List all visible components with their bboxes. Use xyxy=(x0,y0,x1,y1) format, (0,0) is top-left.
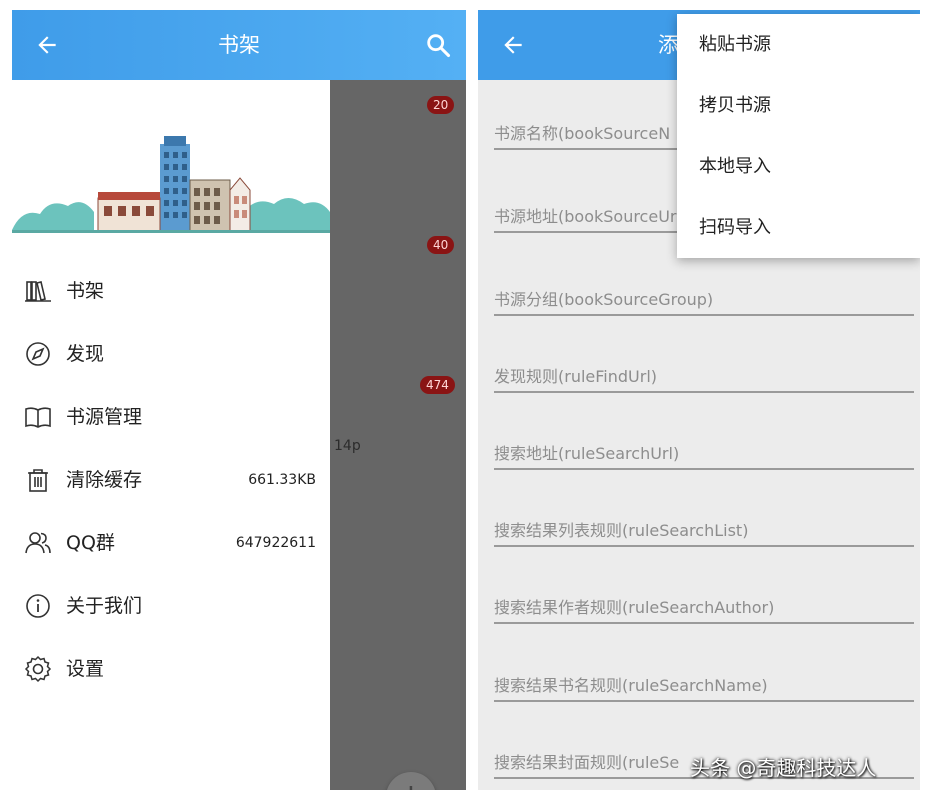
menu-item-bookshelf[interactable]: 书架 xyxy=(12,260,330,323)
navigation-drawer: 书架 发现 书源管理 清除缓存 661.33KB QQ群 647922611 关… xyxy=(12,80,330,790)
overflow-menu: 粘贴书源 拷贝书源 本地导入 扫码导入 xyxy=(677,14,920,258)
rule-search-url-field[interactable]: 搜索地址(ruleSearchUrl) xyxy=(494,430,914,470)
field-label: 书源名称(bookSourceN xyxy=(494,124,671,143)
city-illustration xyxy=(12,136,330,233)
search-icon[interactable] xyxy=(424,31,452,59)
add-book-button[interactable]: + xyxy=(386,772,436,790)
partial-text: 14p xyxy=(334,438,361,454)
trash-icon xyxy=(28,469,48,492)
book-source-group-field[interactable]: 书源分组(bookSourceGroup) xyxy=(494,276,914,316)
menu-item-qq-group[interactable]: QQ群 647922611 xyxy=(12,512,330,575)
compass-icon xyxy=(26,342,50,366)
group-icon xyxy=(25,532,51,554)
field-label: 书源分组(bookSourceGroup) xyxy=(494,290,714,309)
menu-item-about[interactable]: 关于我们 xyxy=(12,575,330,638)
field-label: 发现规则(ruleFindUrl) xyxy=(494,367,658,386)
left-appbar: 书架 xyxy=(12,10,466,80)
rule-find-url-field[interactable]: 发现规则(ruleFindUrl) xyxy=(494,353,914,393)
page-title: 添 xyxy=(658,33,679,57)
cache-size-value: 661.33KB xyxy=(248,472,316,488)
menu-copy-source[interactable]: 拷贝书源 xyxy=(677,75,920,136)
info-icon xyxy=(26,594,50,618)
menu-local-import[interactable]: 本地导入 xyxy=(677,136,920,197)
field-label: 搜索地址(ruleSearchUrl) xyxy=(494,444,680,463)
menu-item-clear-cache[interactable]: 清除缓存 661.33KB xyxy=(12,449,330,512)
menu-item-label: 清除缓存 xyxy=(66,469,143,491)
unread-badge: 20 xyxy=(427,96,455,114)
menu-scan-import[interactable]: 扫码导入 xyxy=(677,197,920,258)
field-label: 搜索结果列表规则(ruleSearchList) xyxy=(494,521,749,540)
open-book-icon xyxy=(25,407,51,428)
right-screen: 添 书源名称(bookSourceN 书源地址(bookSourceUr 书源分… xyxy=(478,10,920,790)
menu-item-label: QQ群 xyxy=(66,532,115,554)
page-title: 书架 xyxy=(218,33,260,57)
gear-icon xyxy=(24,655,52,683)
bookshelf-icon xyxy=(25,281,51,302)
back-arrow-icon[interactable] xyxy=(500,32,526,58)
unread-badge: 40 xyxy=(427,236,455,254)
menu-item-label: 书源管理 xyxy=(66,406,143,428)
rule-search-name-field[interactable]: 搜索结果书名规则(ruleSearchName) xyxy=(494,662,914,702)
field-label: 书源地址(bookSourceUr xyxy=(494,207,677,226)
rule-search-list-field[interactable]: 搜索结果列表规则(ruleSearchList) xyxy=(494,507,914,547)
menu-item-settings[interactable]: 设置 xyxy=(12,638,330,701)
menu-paste-source[interactable]: 粘贴书源 xyxy=(677,14,920,75)
menu-item-label: 关于我们 xyxy=(66,595,143,617)
qq-group-number: 647922611 xyxy=(235,535,316,551)
menu-item-discover[interactable]: 发现 xyxy=(12,323,330,386)
rule-search-author-field[interactable]: 搜索结果作者规则(ruleSearchAuthor) xyxy=(494,584,914,624)
field-label: 搜索结果作者规则(ruleSearchAuthor) xyxy=(494,598,775,617)
left-screen: 书架 20 40 474 14p + xyxy=(12,10,466,790)
menu-item-label: 发现 xyxy=(66,343,105,365)
drawer-menu: 书架 发现 书源管理 清除缓存 661.33KB QQ群 647922611 关… xyxy=(12,260,330,701)
unread-badge: 474 xyxy=(420,376,455,394)
watermark-text: 头条 @奇趣科技达人 xyxy=(690,756,877,780)
menu-item-label: 书架 xyxy=(66,280,105,302)
menu-item-label: 设置 xyxy=(66,658,105,680)
menu-item-book-sources[interactable]: 书源管理 xyxy=(12,386,330,449)
field-label: 搜索结果封面规则(ruleSe xyxy=(494,753,680,772)
field-label: 搜索结果书名规则(ruleSearchName) xyxy=(494,676,768,695)
